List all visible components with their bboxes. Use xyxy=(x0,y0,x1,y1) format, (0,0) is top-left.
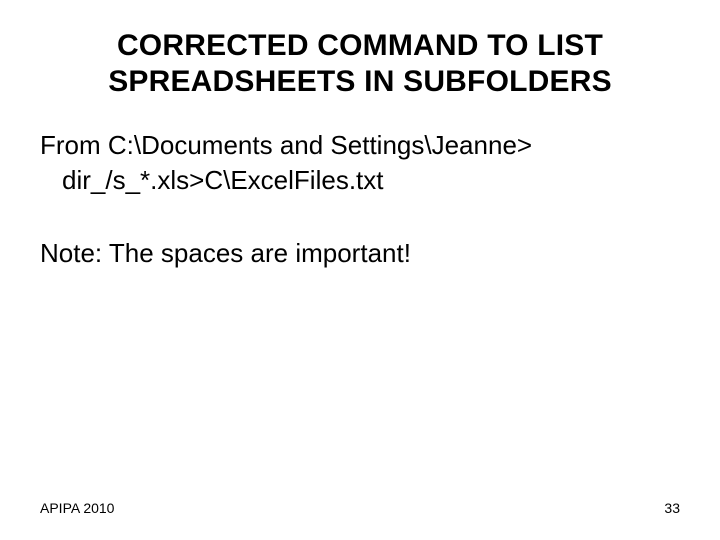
slide-title: CORRECTED COMMAND TO LIST SPREADSHEETS I… xyxy=(40,28,680,100)
footer: APIPA 2010 33 xyxy=(40,500,680,516)
body-line-1: From C:\Documents and Settings\Jeanne> xyxy=(40,128,680,163)
slide-container: CORRECTED COMMAND TO LIST SPREADSHEETS I… xyxy=(0,0,720,540)
footer-label: APIPA 2010 xyxy=(40,500,114,516)
note-text: Note: The spaces are important! xyxy=(40,238,680,269)
body-line-2: dir_/s_*.xls>C\ExcelFiles.txt xyxy=(40,163,680,198)
page-number: 33 xyxy=(664,500,680,516)
